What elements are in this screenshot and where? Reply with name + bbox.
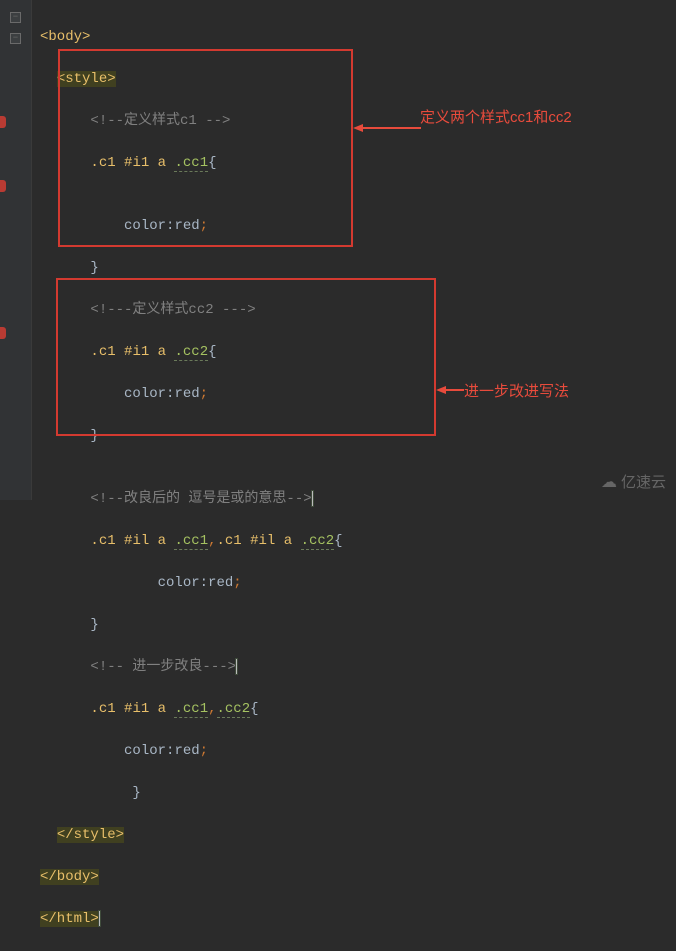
cloud-icon: ☁ xyxy=(601,472,617,492)
fold-icon[interactable]: − xyxy=(10,12,21,23)
watermark-text: 亿速云 xyxy=(621,471,666,492)
fold-icon[interactable]: − xyxy=(10,33,21,44)
code-line: <!--定义样式c1 --> xyxy=(40,111,343,132)
code-line: } xyxy=(40,783,343,804)
code-line: <style> xyxy=(40,69,343,90)
breakpoint-marker xyxy=(0,180,6,192)
code-line: .c1 #i1 a .cc2{ xyxy=(40,342,343,363)
arrow-icon xyxy=(353,124,421,132)
arrow-icon xyxy=(436,386,464,394)
code-line: color:red; xyxy=(40,216,343,237)
code-line: color:red; xyxy=(40,573,343,594)
watermark: ☁ 亿速云 xyxy=(601,471,666,492)
annotation-text-1: 定义两个样式cc1和cc2 xyxy=(420,106,572,127)
code-editor[interactable]: <body> <style> <!--定义样式c1 --> .c1 #i1 a … xyxy=(40,6,343,951)
breakpoint-marker xyxy=(0,116,6,128)
code-line: color:red; xyxy=(40,384,343,405)
code-line: color:red; xyxy=(40,741,343,762)
code-line: } xyxy=(40,258,343,279)
code-line: <!-- 进一步改良---> xyxy=(40,657,343,678)
code-line: </body> xyxy=(40,867,343,888)
editor-gutter: − − xyxy=(0,0,32,500)
code-line: .c1 #il a .cc1,.c1 #il a .cc2{ xyxy=(40,531,343,552)
code-line: </html> xyxy=(40,909,343,930)
code-line: } xyxy=(40,615,343,636)
code-line: </style> xyxy=(40,825,343,846)
annotation-text-2: 进一步改进写法 xyxy=(464,380,569,401)
breakpoint-marker xyxy=(0,327,6,339)
code-line: <!---定义样式cc2 ---> xyxy=(40,300,343,321)
code-line: .c1 #i1 a .cc1,.cc2{ xyxy=(40,699,343,720)
code-line: } xyxy=(40,426,343,447)
code-line: <body> xyxy=(40,27,343,48)
code-line: .c1 #i1 a .cc1{ xyxy=(40,153,343,174)
